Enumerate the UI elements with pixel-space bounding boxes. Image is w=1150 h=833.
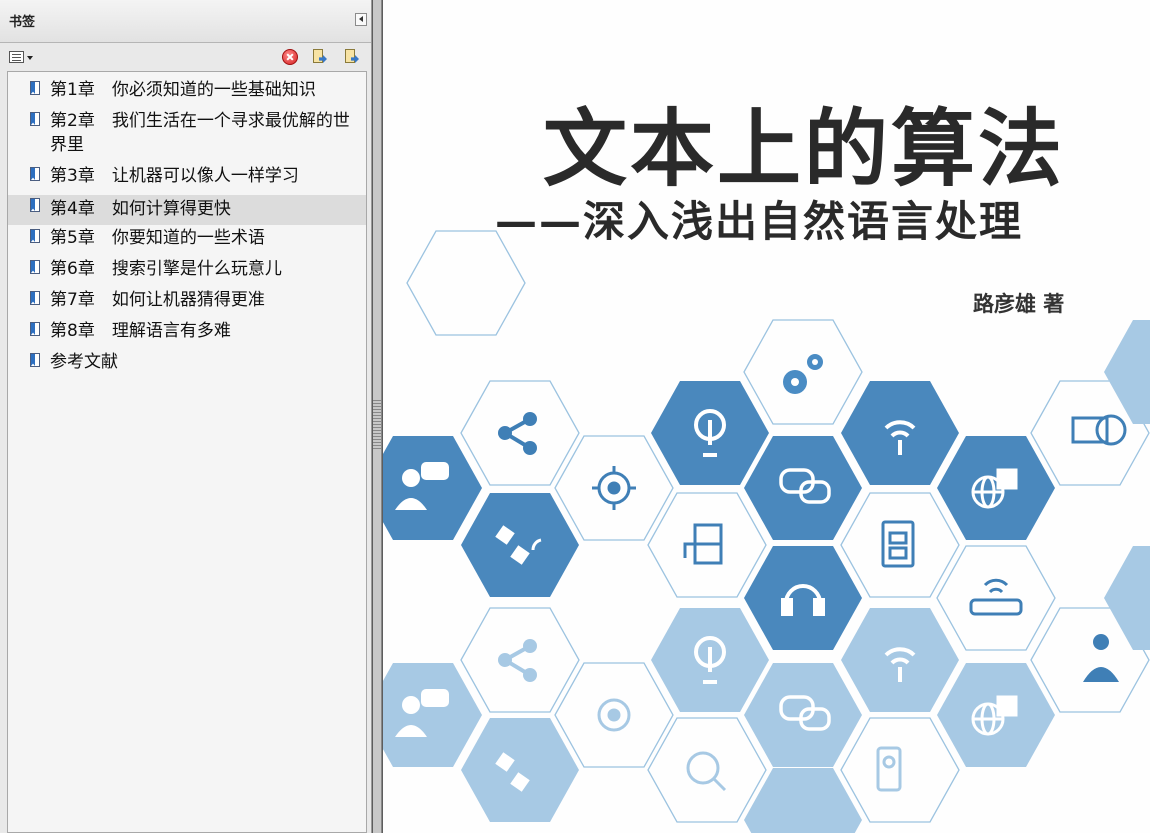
- document-page[interactable]: 文本上的算法 ——深入浅出自然语言处理 路彦雄 著: [383, 0, 1150, 833]
- cover-hexagon-artwork: [383, 230, 1150, 833]
- panel-title: 书签: [9, 15, 36, 30]
- globe-search-icon: [686, 751, 727, 792]
- bookmark-item[interactable]: 第1章 你必须知道的一些基础知识: [8, 78, 366, 109]
- bookmark-icon: [30, 81, 41, 97]
- remote-desktop-icon: [1071, 414, 1127, 446]
- options-menu-button[interactable]: [9, 51, 35, 64]
- bookmarks-toolbar: [0, 43, 371, 71]
- bookmark-icon: [30, 291, 41, 307]
- target-icon: [592, 466, 636, 510]
- bookmark-icon: [30, 260, 41, 276]
- bookmark-tree[interactable]: 第1章 你必须知道的一些基础知识 第2章 我们生活在一个寻求最优解的世界里 第3…: [7, 71, 367, 833]
- bookmark-label: 参考文献: [50, 352, 118, 372]
- bookmark-icon: [30, 198, 41, 214]
- bookmark-icon: [30, 353, 41, 369]
- bookmark-item[interactable]: 第2章 我们生活在一个寻求最优解的世界里: [8, 109, 366, 164]
- router-icon: [969, 578, 1023, 616]
- bookmark-icon: [30, 112, 41, 128]
- target-icon: [597, 698, 631, 732]
- bookmark-item[interactable]: 参考文献: [8, 350, 366, 381]
- new-bookmark-button[interactable]: [311, 49, 328, 66]
- camera-icon: [876, 746, 902, 792]
- bookmark-icon: [30, 322, 41, 338]
- share-icon: [498, 639, 537, 682]
- splitter-grip[interactable]: [373, 400, 382, 450]
- bookmark-label: 第4章 如何计算得更快: [50, 199, 231, 219]
- share-icon: [498, 412, 537, 455]
- bookmark-label: 第5章 你要知道的一些术语: [50, 228, 265, 248]
- list-options-icon: [9, 51, 24, 63]
- page-icon: [313, 49, 323, 63]
- bookmark-label: 第2章 我们生活在一个寻求最优解的世界里: [50, 111, 350, 155]
- bookmark-item-selected[interactable]: 第4章 如何计算得更快: [8, 195, 366, 225]
- bookmark-item[interactable]: 第5章 你要知道的一些术语: [8, 226, 366, 257]
- server-plug-icon: [683, 523, 723, 565]
- expand-bookmark-button[interactable]: [343, 49, 360, 66]
- bookmark-icon: [30, 229, 41, 245]
- bookmark-item[interactable]: 第6章 搜索引擎是什么玩意儿: [8, 257, 366, 288]
- bookmark-label: 第8章 理解语言有多难: [50, 321, 231, 341]
- collapse-panel-button[interactable]: [355, 13, 367, 26]
- gears-icon: [783, 354, 823, 394]
- bookmarks-panel: 书签 第1章 你必须知道的一些基础知识 第2章 我们生活在一个寻求最优解的世界里: [0, 0, 372, 833]
- bookmark-label: 第1章 你必须知道的一些基础知识: [50, 80, 316, 100]
- dropdown-arrow-icon: [27, 56, 33, 60]
- panel-header: 书签: [0, 0, 371, 43]
- bookmark-icon: [30, 167, 41, 183]
- user-gear-icon: [1083, 634, 1119, 682]
- bookmark-item[interactable]: 第8章 理解语言有多难: [8, 319, 366, 350]
- bookmark-label: 第6章 搜索引擎是什么玩意儿: [50, 259, 282, 279]
- page-icon: [345, 49, 355, 63]
- circuit-board-icon: [881, 520, 915, 568]
- bookmark-label: 第7章 如何让机器猜得更准: [50, 290, 265, 310]
- delete-bookmark-button[interactable]: [282, 49, 298, 65]
- bookmark-item[interactable]: 第7章 如何让机器猜得更准: [8, 288, 366, 319]
- bookmark-item[interactable]: 第3章 让机器可以像人一样学习: [8, 164, 366, 195]
- bookmark-label: 第3章 让机器可以像人一样学习: [50, 166, 299, 186]
